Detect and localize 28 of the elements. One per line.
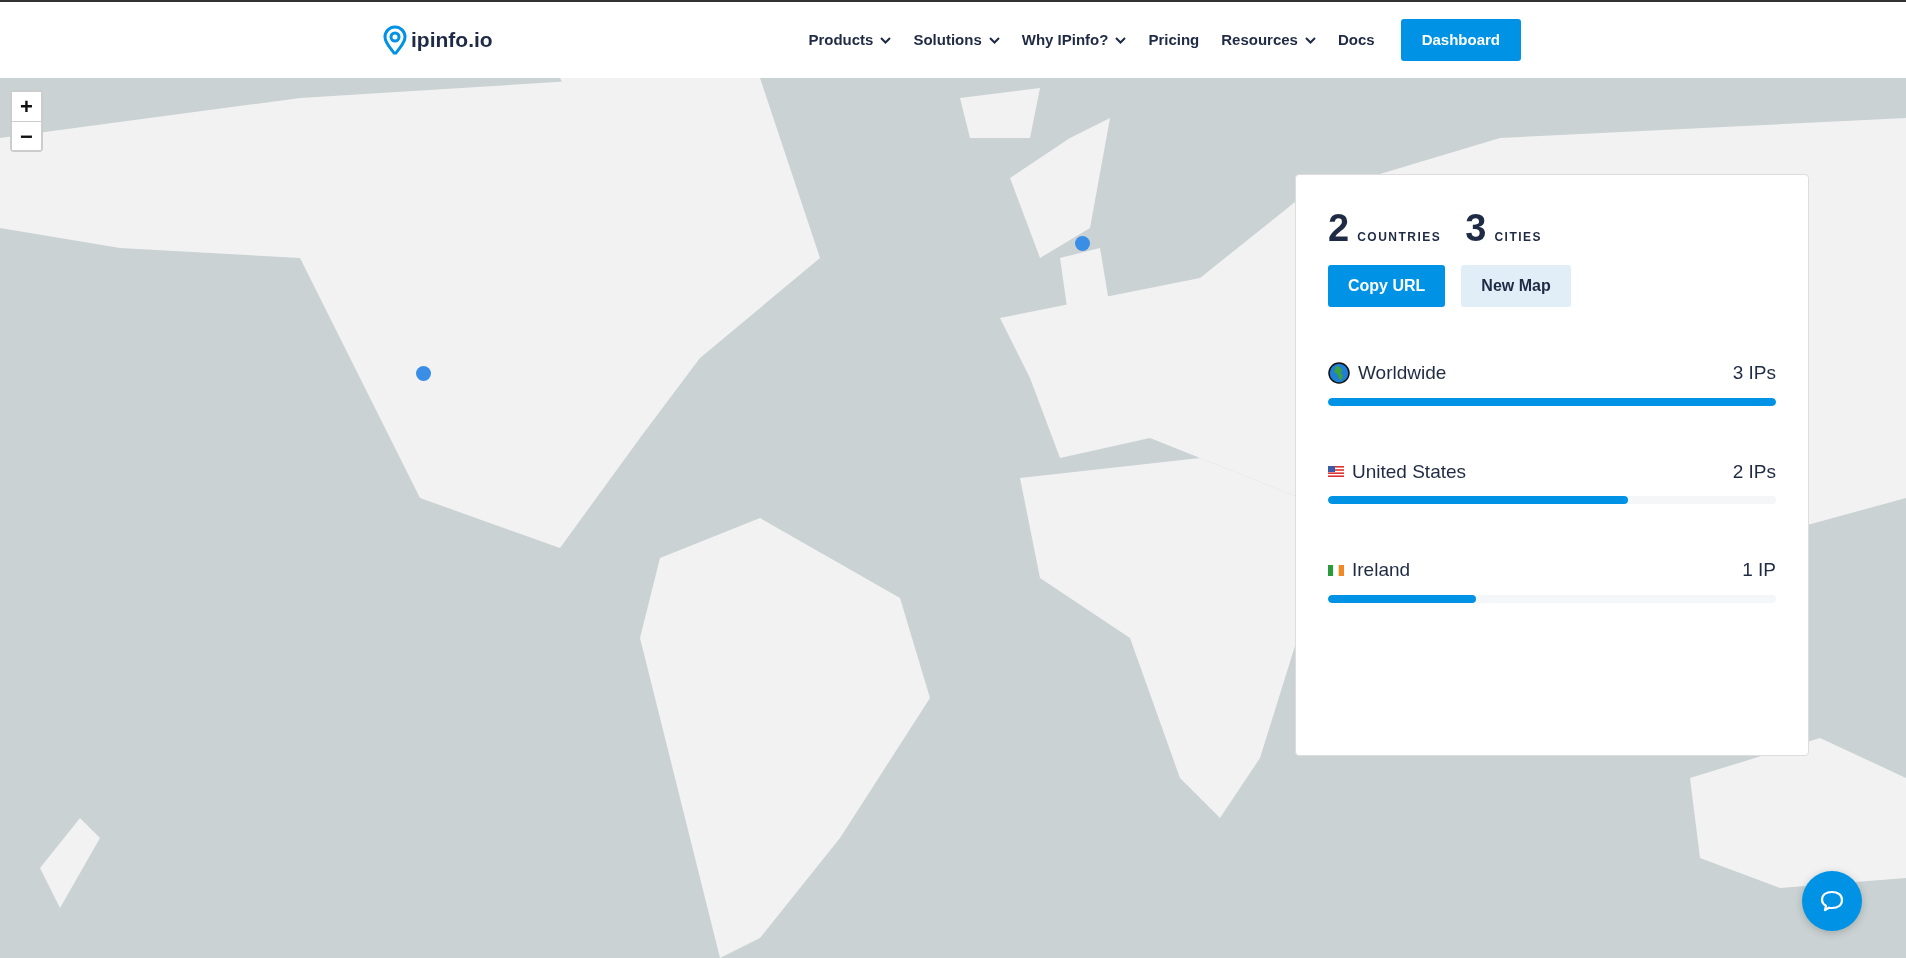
ireland-flag-icon (1328, 564, 1344, 576)
globe-icon (1328, 362, 1350, 385)
zoom-out-button[interactable]: − (12, 121, 41, 150)
new-map-button[interactable]: New Map (1461, 265, 1571, 307)
nav-link[interactable]: Why IPinfo? (1021, 28, 1127, 52)
chevron-down-icon (1115, 36, 1127, 44)
nav-link[interactable]: Docs (1337, 28, 1375, 52)
nav-link[interactable]: Resources (1221, 28, 1316, 52)
nav-link[interactable]: Solutions (913, 28, 1000, 52)
ip-count: 1 IP (1742, 558, 1776, 582)
location-pin-icon (383, 25, 407, 55)
nav-link[interactable]: Pricing (1148, 28, 1200, 52)
logo-text[interactable]: ipinfo.io (411, 24, 493, 56)
ip-count: 2 IPs (1732, 459, 1776, 484)
country-name: Worldwide (1358, 361, 1447, 385)
stat-number: 2 (1328, 209, 1350, 247)
us-flag-icon (1328, 466, 1344, 478)
chat-bubble-icon (1819, 889, 1845, 913)
chevron-down-icon (988, 36, 1000, 44)
stat-label: CITIES (1494, 229, 1543, 246)
country-name: Ireland (1352, 558, 1411, 582)
ip-count: 3 IPs (1732, 361, 1776, 385)
chevron-down-icon (880, 36, 892, 44)
nav-link[interactable]: Products (808, 28, 892, 52)
stat-number: 3 (1465, 209, 1487, 247)
stat-label: COUNTRIES (1357, 229, 1442, 246)
chevron-down-icon (1304, 36, 1316, 44)
country-name: United States (1352, 459, 1467, 484)
